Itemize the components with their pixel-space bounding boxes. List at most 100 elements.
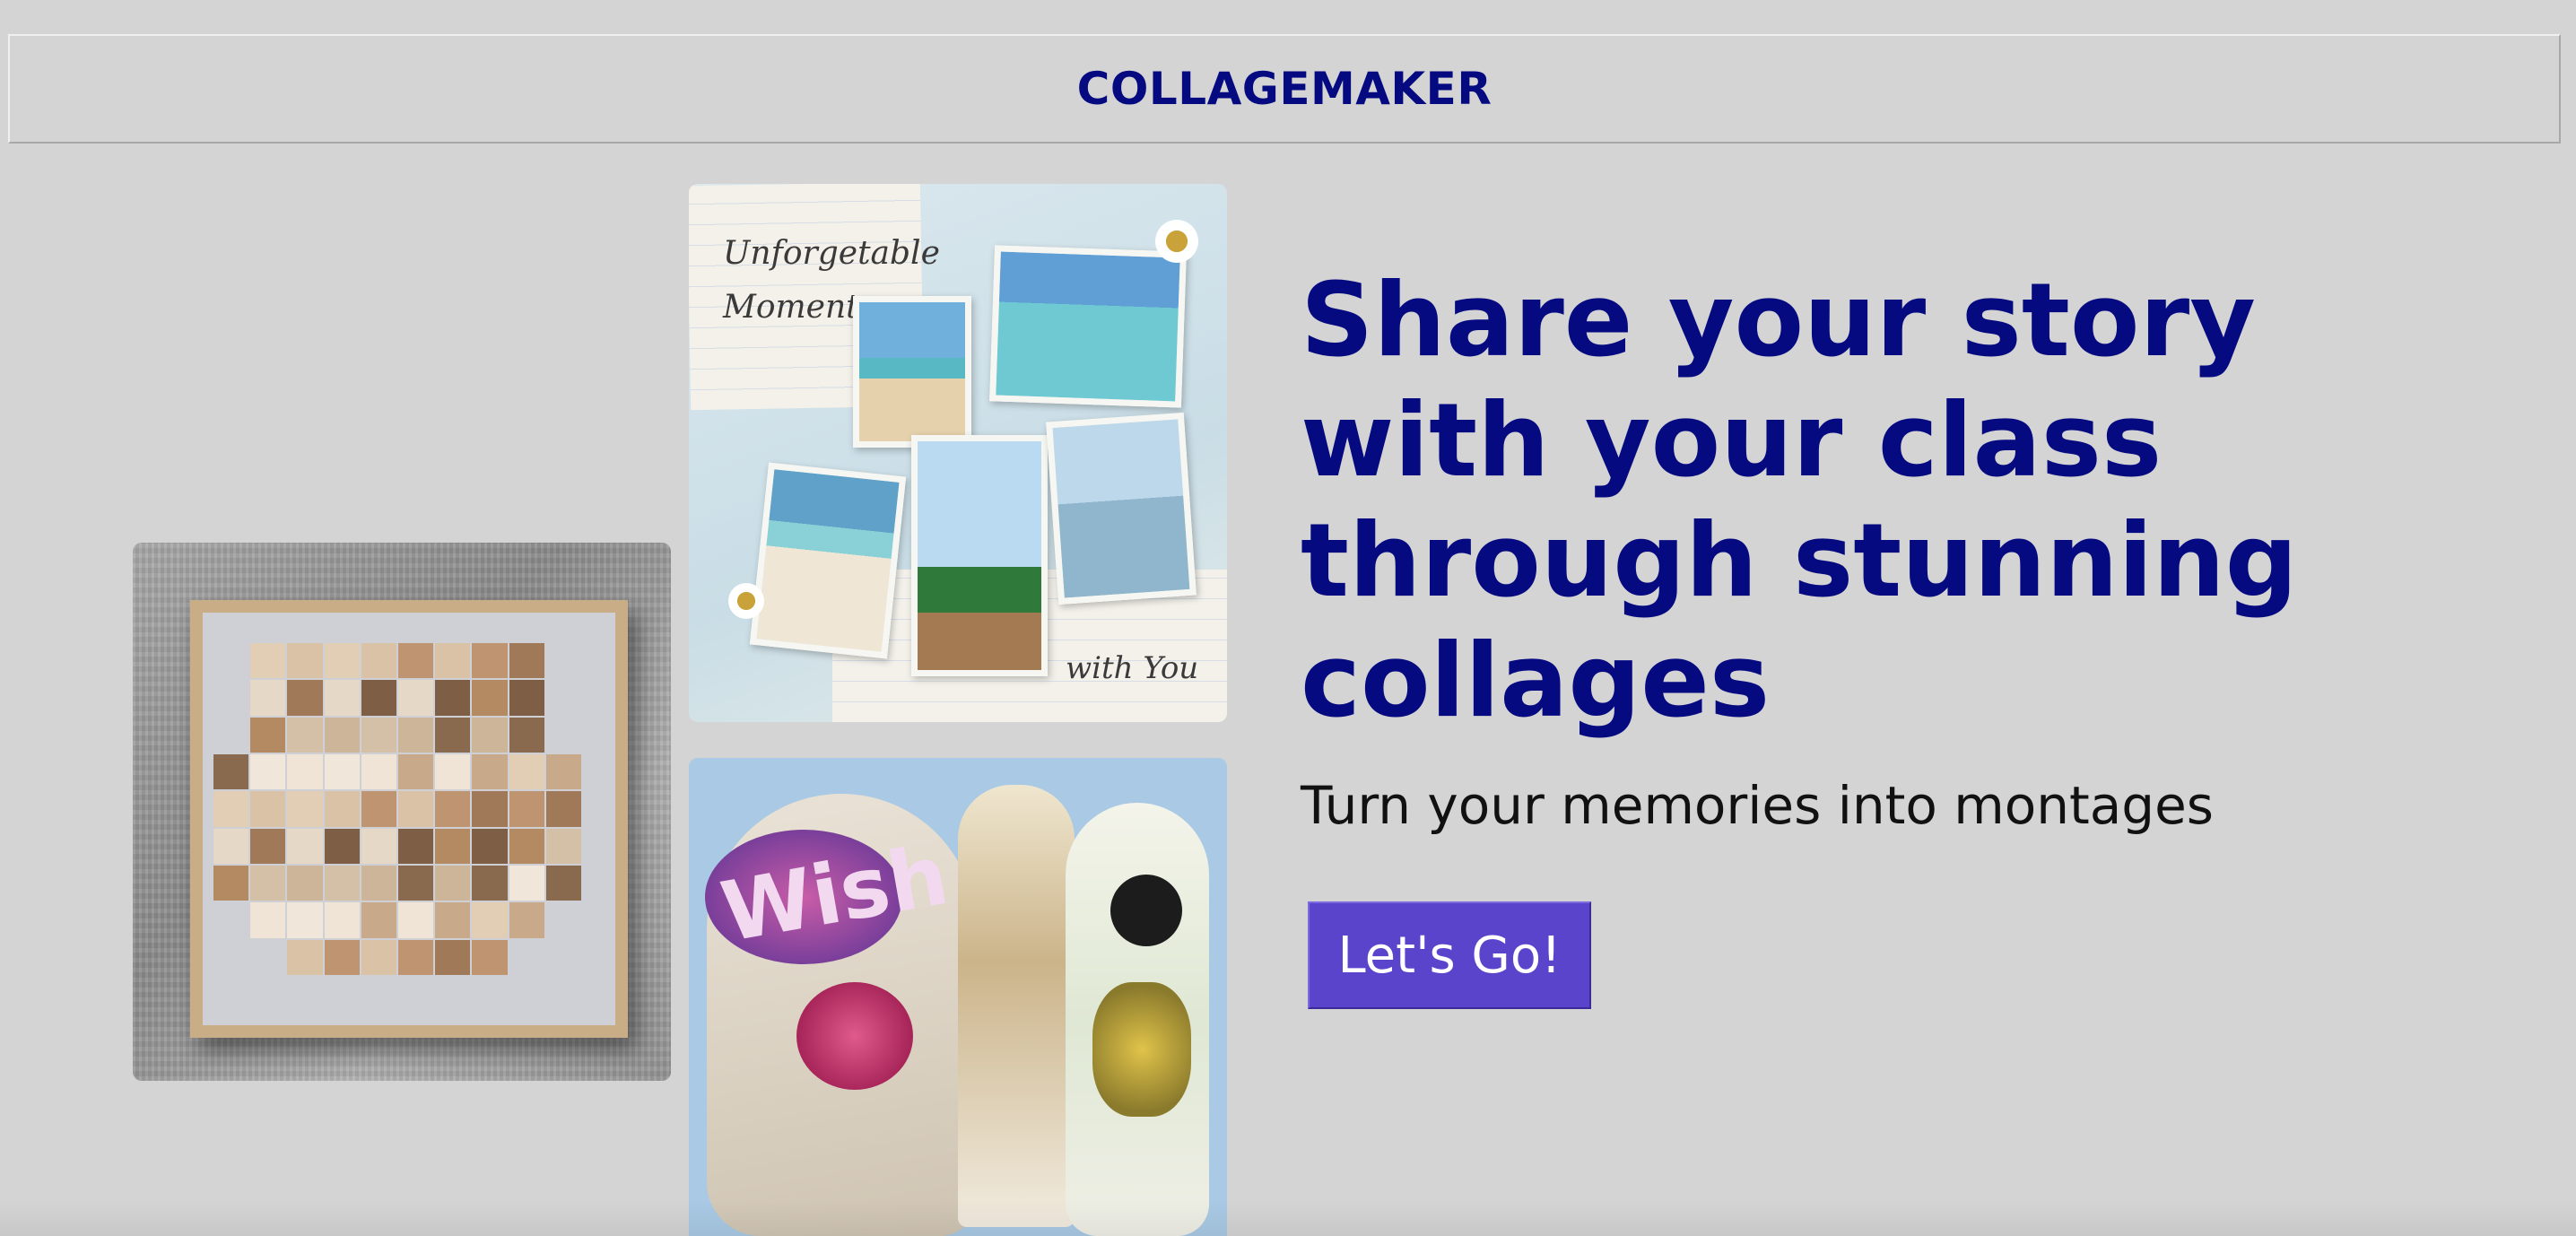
mosaic-tile [361,791,396,827]
travel-moment-collage-image: Unforgetable Moment with You [689,184,1227,722]
hero-section: Share your story with your class through… [1301,260,2377,836]
mosaic-tile [250,902,286,938]
mosaic-tile [250,791,286,827]
mosaic-tile [509,717,544,753]
brand-logo-text[interactable]: COLLAGEMAKER [1077,63,1493,115]
mosaic-tile [287,643,323,679]
mosaic-tile [324,828,360,864]
photo-mosaic-grid [213,643,581,975]
mosaic-tile [472,902,508,938]
mosaic-tile [435,939,471,975]
woman-portrait-photo [1046,412,1197,605]
mosaic-tile [509,865,544,901]
mosaic-tile [361,643,396,679]
mosaic-tile [545,865,581,901]
mosaic-tile [472,753,508,790]
mosaic-tile [287,717,323,753]
mosaic-tile [509,902,544,938]
daisy-flower-decoration-small [728,583,764,619]
mosaic-tile [361,902,396,938]
mosaic-tile [250,753,286,790]
mosaic-tile [435,865,471,901]
with-you-text: with You [1066,650,1199,686]
mosaic-tile [435,717,471,753]
mosaic-tile [213,865,249,901]
mosaic-tile [213,791,249,827]
mosaic-tile [435,643,471,679]
mosaic-tile [287,680,323,716]
mosaic-tile [472,828,508,864]
mosaic-tile [250,865,286,901]
mosaic-tile [435,902,471,938]
mosaic-tile [213,828,249,864]
mosaic-tile [472,791,508,827]
black-flower-cutout [1110,875,1182,946]
picture-frame [190,600,628,1038]
mosaic-tile [545,791,581,827]
mosaic-tile [213,643,248,678]
mosaic-tile [398,717,434,753]
mosaic-tile [287,828,323,864]
mosaic-tile [546,940,581,975]
gold-horse-cutout [1092,982,1191,1117]
mosaic-tile [398,643,434,679]
page-bottom-shadow [0,1200,2576,1236]
mosaic-tile [361,717,396,753]
mosaic-tile [324,865,360,901]
mosaic-tile [324,717,360,753]
rose-flowers [796,982,913,1090]
mosaic-tile [213,940,248,975]
mosaic-tile [398,791,434,827]
mosaic-tile [509,828,544,864]
top-navbar: COLLAGEMAKER [8,34,2561,144]
mosaic-tile [398,680,434,716]
lets-go-button[interactable]: Let's Go! [1308,901,1591,1009]
mosaic-tile [546,680,581,715]
wish-head-collage-image: Wish [689,758,1227,1236]
mosaic-tile [509,753,544,790]
hero-headline: Share your story with your class through… [1301,261,2298,740]
mosaic-tile [435,791,471,827]
mosaic-tile [324,939,360,975]
mosaic-tile [287,791,323,827]
hero-subheadline: Turn your memories into montages [1301,775,2215,836]
mosaic-tile [435,828,471,864]
mosaic-tile [398,753,434,790]
mosaic-tile [435,680,471,716]
mosaic-tile [398,939,434,975]
mosaic-tile [250,717,286,753]
mosaic-tile [545,753,581,790]
mosaic-tile [213,680,248,715]
mosaic-tile [546,718,581,753]
mosaic-tile [361,753,396,790]
birdcage-collage-strip [958,785,1075,1227]
daisy-flower-decoration [1155,220,1198,263]
mosaic-tile [545,828,581,864]
mosaic-tile [509,791,544,827]
mosaic-tile [398,865,434,901]
mosaic-tile [250,828,286,864]
mosaic-tile [472,865,508,901]
mosaic-tile [324,902,360,938]
mosaic-tile [509,643,544,679]
beach-couple-photo [853,296,971,448]
mosaic-tile [361,828,396,864]
mosaic-tile [250,680,286,716]
mosaic-tile [472,643,508,679]
mosaic-tile [398,902,434,938]
mosaic-tile [324,680,360,716]
mosaic-tile [324,643,360,679]
sand-sandals-photo [749,462,907,659]
mosaic-tile [509,940,544,975]
mosaic-tile [250,643,286,679]
framed-photo-wall-image [133,543,671,1081]
mosaic-tile [324,791,360,827]
mosaic-tile [509,680,544,716]
palm-trees-photo [911,435,1048,676]
mosaic-tile [213,902,248,937]
mosaic-tile [287,753,323,790]
mosaic-tile [361,865,396,901]
mosaic-tile [287,902,323,938]
mosaic-tile [287,939,323,975]
mosaic-tile [213,753,249,790]
